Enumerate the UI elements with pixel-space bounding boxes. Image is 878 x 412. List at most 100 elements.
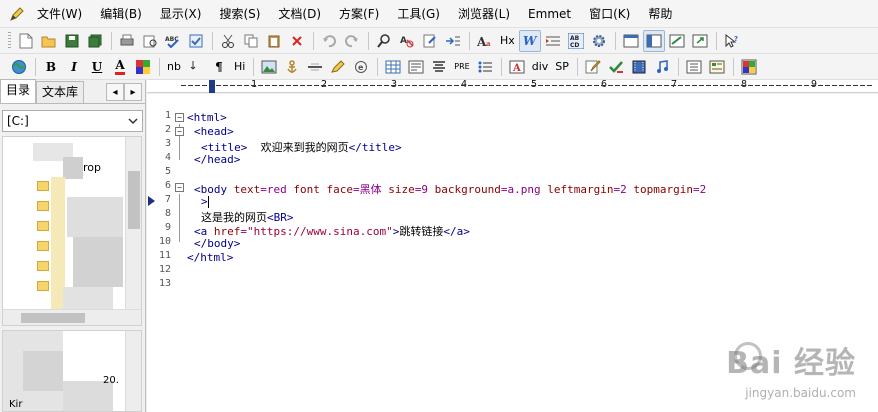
- validate-button[interactable]: [605, 56, 627, 78]
- folder-icon[interactable]: [37, 181, 49, 191]
- fold-toggle-icon[interactable]: −: [175, 127, 184, 136]
- file-list[interactable]: 20. Kir: [2, 330, 142, 412]
- replace-button[interactable]: A: [396, 30, 418, 52]
- fold-toggle-icon[interactable]: −: [175, 183, 184, 192]
- toolbar-gripper[interactable]: [8, 31, 11, 50]
- menu-tools[interactable]: 工具(G): [388, 3, 449, 25]
- settings-button[interactable]: [588, 30, 610, 52]
- anchor-button[interactable]: [281, 56, 303, 78]
- word-wrap-button[interactable]: W: [518, 29, 541, 52]
- ruler-tick: [328, 85, 333, 86]
- font-button[interactable]: Aa: [474, 30, 496, 52]
- italic-button[interactable]: I: [63, 56, 85, 78]
- sidebar-toggle-button[interactable]: [642, 29, 665, 52]
- folder-icon[interactable]: [37, 241, 49, 251]
- paragraph-button[interactable]: ¶: [208, 56, 230, 78]
- sidebar-panel-icon: [646, 34, 662, 47]
- paste-button[interactable]: [263, 30, 285, 52]
- div-button[interactable]: div: [529, 56, 552, 78]
- folder-icon[interactable]: [37, 261, 49, 271]
- menu-document[interactable]: 文档(D): [269, 3, 330, 25]
- tree-vertical-scrollbar[interactable]: [125, 137, 141, 325]
- template-button[interactable]: [706, 56, 728, 78]
- tab-text-library[interactable]: 文本库: [36, 81, 85, 103]
- file-list-scrollbar[interactable]: [125, 331, 141, 411]
- help-button[interactable]: ?: [721, 30, 743, 52]
- print-preview-button[interactable]: [139, 30, 161, 52]
- menu-bar: 文件(W) 编辑(B) 显示(X) 搜索(S) 文档(D) 方案(F) 工具(G…: [0, 0, 878, 28]
- tab-directory[interactable]: 目录: [0, 79, 37, 103]
- panel-toggle-button[interactable]: [620, 30, 642, 52]
- table-button[interactable]: [382, 56, 404, 78]
- horizontal-rule-button[interactable]: [304, 56, 326, 78]
- menu-emmet[interactable]: Emmet: [519, 3, 580, 25]
- menu-file[interactable]: 文件(W): [28, 3, 91, 25]
- output-panel-button[interactable]: [666, 30, 688, 52]
- list-button[interactable]: [474, 56, 496, 78]
- save-button[interactable]: [61, 30, 83, 52]
- bold-button[interactable]: B: [40, 56, 62, 78]
- special-char-button[interactable]: e: [350, 56, 372, 78]
- code-token: </body>: [194, 237, 241, 250]
- check-button[interactable]: [185, 30, 207, 52]
- globe-button[interactable]: [8, 56, 30, 78]
- goto-line-button[interactable]: [442, 30, 464, 52]
- copy-button[interactable]: [240, 30, 262, 52]
- print-button[interactable]: [116, 30, 138, 52]
- heading-button[interactable]: Hi: [231, 56, 248, 78]
- font-color-button[interactable]: A: [109, 56, 131, 78]
- drive-select[interactable]: [C:]: [2, 110, 143, 132]
- form-button[interactable]: [405, 56, 427, 78]
- compare-button[interactable]: AB CD: [565, 30, 587, 52]
- line-break-button[interactable]: [185, 56, 207, 78]
- color-palette-button[interactable]: [132, 56, 154, 78]
- fold-toggle-icon[interactable]: −: [175, 113, 184, 122]
- insert-image-button[interactable]: [258, 56, 280, 78]
- cut-button[interactable]: [217, 30, 239, 52]
- menu-browser[interactable]: 浏览器(L): [449, 3, 519, 25]
- find-in-files-button[interactable]: [419, 30, 441, 52]
- frame-button[interactable]: [683, 56, 705, 78]
- span-button[interactable]: SP: [552, 56, 572, 78]
- folder-icon[interactable]: [37, 221, 49, 231]
- center-button[interactable]: [428, 56, 450, 78]
- find-button[interactable]: [373, 30, 395, 52]
- undo-button[interactable]: [318, 30, 340, 52]
- menu-search[interactable]: 搜索(S): [210, 3, 269, 25]
- redo-button[interactable]: [341, 30, 363, 52]
- menu-window[interactable]: 窗口(K): [580, 3, 639, 25]
- tree-horizontal-scrollbar[interactable]: [3, 309, 141, 325]
- hx-button[interactable]: Hx: [497, 30, 518, 52]
- menu-help[interactable]: 帮助: [639, 3, 681, 25]
- menu-scheme[interactable]: 方案(F): [330, 3, 388, 25]
- css-edit-button[interactable]: [582, 56, 604, 78]
- template-icon: [709, 60, 725, 73]
- print-preview-icon: [143, 35, 157, 47]
- text-box-button[interactable]: A: [506, 56, 528, 78]
- folder-icon[interactable]: [37, 201, 49, 211]
- media-button[interactable]: [628, 56, 650, 78]
- menu-edit[interactable]: 编辑(B): [91, 3, 151, 25]
- edit-button[interactable]: [327, 56, 349, 78]
- new-file-button[interactable]: [15, 30, 37, 52]
- open-file-button[interactable]: [38, 30, 60, 52]
- color-chooser-button[interactable]: [738, 56, 760, 78]
- nbsp-button[interactable]: nb: [164, 56, 184, 78]
- code-editor[interactable]: 1 2 − <html> 3 − <head> 4 <title> 欢迎来到我的…: [147, 94, 878, 412]
- folder-icon[interactable]: [37, 281, 49, 291]
- menu-view[interactable]: 显示(X): [151, 3, 211, 25]
- underline-button[interactable]: U: [86, 56, 108, 78]
- tab-scroll-right-button[interactable]: ▸: [124, 83, 142, 101]
- music-button[interactable]: [651, 56, 673, 78]
- tab-scroll-left-button[interactable]: ◂: [106, 83, 124, 101]
- fullscreen-button[interactable]: [689, 30, 711, 52]
- folder-tree[interactable]: rop: [2, 136, 142, 326]
- pre-button[interactable]: PRE: [451, 56, 472, 78]
- save-all-button[interactable]: [84, 30, 106, 52]
- scrollbar-thumb[interactable]: [128, 171, 140, 229]
- indent-button[interactable]: [542, 30, 564, 52]
- spellcheck-button[interactable]: ABC: [162, 30, 184, 52]
- scrollbar-thumb[interactable]: [21, 313, 85, 323]
- ruler-tick: [706, 85, 711, 86]
- delete-button[interactable]: [286, 30, 308, 52]
